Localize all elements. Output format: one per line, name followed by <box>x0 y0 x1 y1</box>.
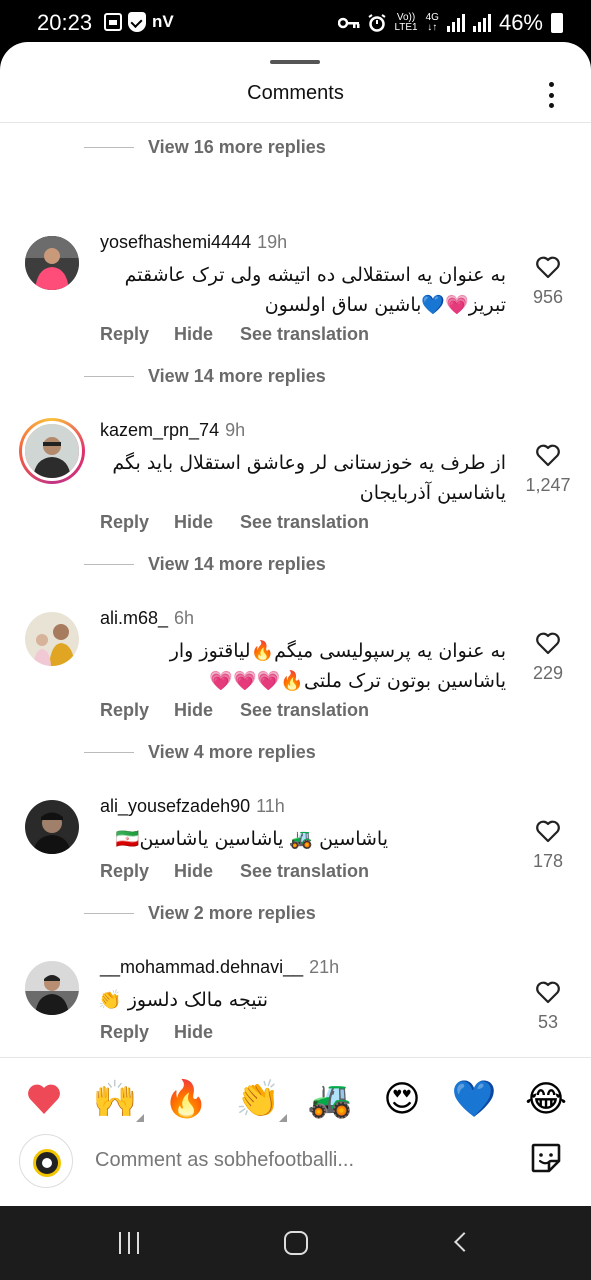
heart-outline-icon <box>536 820 560 843</box>
comment-time: 21h <box>309 957 340 977</box>
comment-text: نتیجه مالک دلسوز 👏 <box>98 989 268 1011</box>
carrier-badge: nV <box>152 12 174 31</box>
comment-time: 9h <box>225 420 246 440</box>
back-button[interactable] <box>454 1232 474 1252</box>
like-count: 178 <box>532 851 564 871</box>
hide-button[interactable]: Hide <box>174 700 240 721</box>
red-heart-icon <box>28 1084 60 1114</box>
comment-time: 6h <box>174 608 195 628</box>
comment-composer: Comment as sobhefootballi... <box>0 1127 591 1206</box>
emoji-red-heart[interactable] <box>21 1076 67 1122</box>
status-time: 20:23 <box>37 10 93 35</box>
reply-button[interactable]: Reply <box>100 861 174 882</box>
hide-button[interactable]: Hide <box>174 861 240 882</box>
view-replies-button[interactable]: View 14 more replies <box>84 554 326 575</box>
like-button[interactable]: 178 <box>520 819 576 872</box>
lte-label: LTE1 <box>394 22 418 33</box>
reply-button[interactable]: Reply <box>100 1022 174 1043</box>
alarm-icon <box>368 14 386 32</box>
heart-outline-icon <box>536 981 560 1004</box>
like-count: 229 <box>532 663 564 683</box>
system-nav-bar <box>0 1206 591 1280</box>
reply-button[interactable]: Reply <box>100 700 174 721</box>
comment-username[interactable]: ali_yousefzadeh90 <box>100 796 250 816</box>
like-button[interactable]: 229 <box>520 631 576 684</box>
see-translation-button[interactable]: See translation <box>240 700 369 721</box>
avatar[interactable] <box>25 236 79 290</box>
heart-outline-icon <box>536 444 560 467</box>
signal-icon <box>446 14 465 32</box>
comment-input[interactable]: Comment as sobhefootballi... <box>95 1149 354 1172</box>
like-count: 1,247 <box>525 475 571 495</box>
emoji-quick-bar: 🙌 🔥 👏 🚜 😍 💙 😂 <box>0 1057 591 1127</box>
see-translation-button[interactable]: See translation <box>240 512 369 533</box>
status-bar: 20:23 nV Vo)) LTE1 4G ↓↑ 46% <box>0 0 591 44</box>
comment-text: از طرف یه خوزستانی لر وعاشق استقلال باید… <box>112 452 506 504</box>
comment-username[interactable]: ali.m68_ <box>100 608 168 628</box>
like-button[interactable]: 956 <box>520 255 576 308</box>
shield-check-icon <box>128 12 146 32</box>
emoji-heart-eyes[interactable]: 😍 <box>379 1076 425 1122</box>
like-count: 53 <box>537 1012 559 1032</box>
comment-time: 11h <box>256 796 285 816</box>
reply-button[interactable]: Reply <box>100 512 174 533</box>
data-arrows-icon: ↓↑ <box>427 22 438 33</box>
emoji-blue-heart[interactable]: 💙 <box>451 1076 497 1122</box>
signal-icon-2 <box>472 14 491 32</box>
recent-apps-button[interactable] <box>119 1232 139 1254</box>
like-count: 956 <box>532 287 564 307</box>
emoji-raising-hands[interactable]: 🙌 <box>92 1076 144 1122</box>
current-user-avatar <box>19 1134 73 1188</box>
like-button[interactable]: 53 <box>520 980 576 1033</box>
key-icon <box>338 17 360 29</box>
avatar[interactable] <box>25 612 79 666</box>
avatar[interactable] <box>25 961 79 1015</box>
reply-button[interactable]: Reply <box>100 324 174 345</box>
heart-outline-icon <box>536 632 560 655</box>
emoji-fire[interactable]: 🔥 <box>163 1076 209 1122</box>
hide-button[interactable]: Hide <box>174 512 240 533</box>
emoji-clapping[interactable]: 👏 <box>235 1076 287 1122</box>
emoji-joy[interactable]: 😂 <box>523 1076 569 1122</box>
comment-text: به عنوان یه پرسپولیسی میگم🔥لیاقتوز وار ی… <box>169 640 506 692</box>
comment-username[interactable]: __mohammad.dehnavi__ <box>100 957 303 977</box>
avatar[interactable] <box>25 800 79 854</box>
home-button[interactable] <box>284 1231 308 1255</box>
view-replies-button[interactable]: View 2 more replies <box>84 903 316 924</box>
battery-percent: 46% <box>498 10 543 35</box>
hide-button[interactable]: Hide <box>174 324 240 345</box>
avatar-story-ring[interactable] <box>19 418 85 484</box>
see-translation-button[interactable]: See translation <box>240 324 369 345</box>
battery-icon <box>551 13 563 33</box>
drag-handle[interactable] <box>270 60 320 64</box>
view-replies-button[interactable]: View 4 more replies <box>84 742 316 763</box>
comment-username[interactable]: yosefhashemi4444 <box>100 232 251 252</box>
like-button[interactable]: 1,247 <box>516 443 580 496</box>
more-options-icon[interactable] <box>549 82 555 108</box>
emoji-tractor[interactable]: 🚜 <box>307 1076 353 1122</box>
gallery-icon <box>104 13 122 31</box>
comment-text: یاشاسین 🚜 یاشاسین یاشاسین🇮🇷 <box>115 828 388 850</box>
sheet-title: Comments <box>247 82 344 104</box>
comment-text: به عنوان یه استقلالی ده اتیشه ولی ترک عا… <box>124 264 506 316</box>
comments-list[interactable]: View 16 more replies yosefhashemi4444 19h… <box>0 123 591 1057</box>
heart-outline-icon <box>536 256 560 279</box>
hide-button[interactable]: Hide <box>174 1022 240 1043</box>
view-replies-button[interactable]: View 16 more replies <box>84 137 326 158</box>
view-replies-button[interactable]: View 14 more replies <box>84 366 326 387</box>
sticker-icon[interactable] <box>529 1141 563 1175</box>
see-translation-button[interactable]: See translation <box>240 861 369 882</box>
comments-sheet: Comments View 16 more replies yosefhashe… <box>0 42 591 1206</box>
comment-username[interactable]: kazem_rpn_74 <box>100 420 219 440</box>
comment-time: 19h <box>257 232 288 252</box>
